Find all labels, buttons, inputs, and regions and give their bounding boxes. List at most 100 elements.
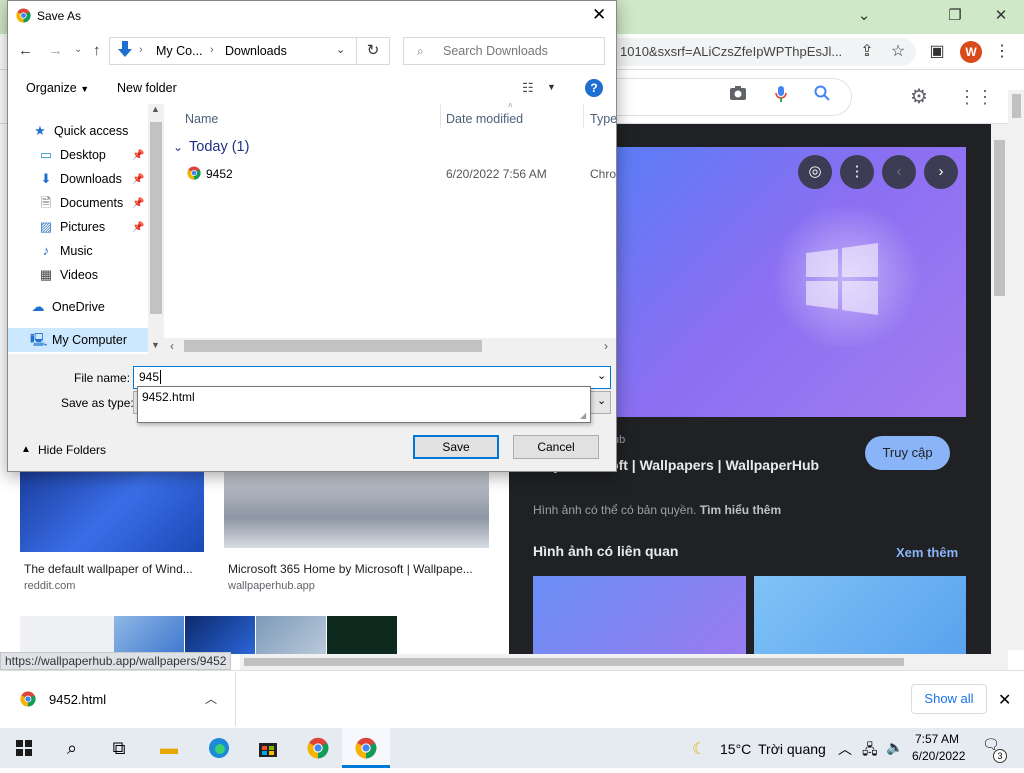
- hide-folders-button[interactable]: Hide Folders: [38, 443, 106, 457]
- save-type-dropdown-icon[interactable]: ⌄: [597, 394, 606, 407]
- result-image[interactable]: [20, 472, 204, 552]
- previous-arrow-icon[interactable]: ‹: [882, 155, 916, 189]
- forward-arrow-icon[interactable]: →: [48, 42, 63, 59]
- group-collapse-icon[interactable]: ⌄: [173, 140, 183, 154]
- task-view-icon[interactable]: ⧉: [97, 728, 141, 768]
- result-image[interactable]: [114, 616, 184, 654]
- download-file-name[interactable]: 9452.html: [49, 692, 106, 707]
- see-more-link[interactable]: Xem thêm: [896, 545, 958, 560]
- edge-icon[interactable]: [197, 728, 241, 768]
- nav-pane-scrollbar[interactable]: [148, 104, 164, 354]
- profile-avatar[interactable]: W: [960, 41, 982, 63]
- weather-text[interactable]: Trời quang: [758, 741, 826, 757]
- nav-downloads[interactable]: ⬇ Downloads: [38, 168, 122, 190]
- panel-scrollbar[interactable]: [991, 124, 1008, 654]
- up-arrow-icon[interactable]: ↑: [93, 42, 101, 59]
- column-header-date[interactable]: Date modified: [446, 109, 523, 129]
- breadcrumb-my-computer[interactable]: My Co...: [156, 44, 203, 58]
- chevron-up-icon[interactable]: ︿: [205, 690, 217, 707]
- save-button[interactable]: Save: [413, 435, 499, 459]
- camera-icon[interactable]: [726, 85, 750, 109]
- close-window-button[interactable]: ✕: [981, 4, 1021, 28]
- organize-button[interactable]: Organize ▼: [26, 81, 89, 95]
- new-folder-button[interactable]: New folder: [117, 81, 177, 95]
- result-image[interactable]: [224, 472, 489, 548]
- volume-icon[interactable]: 🔈: [886, 739, 903, 756]
- scroll-left-icon[interactable]: ‹: [170, 339, 174, 353]
- file-explorer-icon[interactable]: ▬: [147, 728, 191, 768]
- nav-desktop[interactable]: ▭ Desktop: [38, 144, 106, 166]
- nav-pictures[interactable]: ▨ Pictures: [38, 216, 105, 238]
- search-icon[interactable]: ⌕: [50, 728, 94, 768]
- preview-image[interactable]: [616, 147, 966, 417]
- help-icon[interactable]: ?: [585, 79, 603, 97]
- column-header-name[interactable]: Name: [185, 109, 218, 129]
- recent-dropdown-icon[interactable]: ⌄: [74, 44, 82, 55]
- dialog-title-bar[interactable]: [8, 1, 616, 31]
- close-downloads-icon[interactable]: ✕: [998, 690, 1011, 710]
- chrome-active-taskbar-icon[interactable]: [342, 728, 390, 768]
- autocomplete-option[interactable]: 9452.html: [142, 390, 195, 404]
- nav-my-computer[interactable]: 🖳 My Computer: [30, 329, 127, 351]
- result-image[interactable]: [20, 616, 114, 654]
- page-scrollbar[interactable]: [1008, 90, 1024, 650]
- next-arrow-icon[interactable]: ›: [924, 155, 958, 189]
- result-image[interactable]: [185, 616, 255, 654]
- settings-gear-icon[interactable]: ⚙: [907, 85, 931, 109]
- address-dropdown-icon[interactable]: ⌄: [336, 43, 345, 56]
- menu-kebab-icon[interactable]: ⋮: [990, 40, 1014, 64]
- weather-temp[interactable]: 15°C: [720, 741, 751, 757]
- cancel-button[interactable]: Cancel: [513, 435, 599, 459]
- windows-start-icon[interactable]: [2, 728, 46, 768]
- apps-grid-icon[interactable]: ⋮⋮: [958, 85, 994, 109]
- file-name-value[interactable]: 945: [139, 370, 162, 384]
- view-details-icon[interactable]: ☷: [522, 80, 534, 96]
- clock-time[interactable]: 7:57 AM: [915, 732, 959, 746]
- chrome-taskbar-icon[interactable]: [296, 728, 340, 768]
- result-title[interactable]: Microsoft 365 Home by Microsoft | Wallpa…: [228, 562, 473, 576]
- column-divider[interactable]: [440, 104, 441, 128]
- horizontal-scrollbar[interactable]: [240, 654, 1008, 670]
- nav-documents[interactable]: 🗎 Documents: [38, 192, 123, 214]
- weather-moon-icon[interactable]: ☾: [692, 739, 706, 759]
- restore-button[interactable]: ❐: [935, 4, 975, 28]
- bookmark-star-icon[interactable]: ☆: [886, 40, 910, 64]
- resize-grip-icon[interactable]: ◢: [580, 411, 586, 420]
- minimize-button[interactable]: ⌄: [844, 4, 884, 28]
- nav-onedrive[interactable]: ☁ OneDrive: [30, 296, 105, 318]
- related-image[interactable]: [533, 576, 746, 654]
- dialog-close-icon[interactable]: ✕: [592, 5, 606, 25]
- visit-button[interactable]: Truy cập: [865, 436, 950, 470]
- share-icon[interactable]: ⇪: [855, 40, 879, 64]
- network-icon[interactable]: 🖧: [862, 739, 878, 763]
- store-icon[interactable]: [246, 728, 290, 768]
- side-panel-icon[interactable]: ▣: [925, 40, 949, 64]
- show-all-button[interactable]: Show all: [911, 684, 987, 714]
- column-divider[interactable]: [583, 104, 584, 128]
- file-name-dropdown-icon[interactable]: ⌄: [597, 369, 606, 382]
- breadcrumb-downloads[interactable]: Downloads: [225, 44, 287, 58]
- result-image[interactable]: [256, 616, 326, 654]
- learn-more-link[interactable]: Tìm hiểu thêm: [700, 503, 781, 517]
- chevron-up-icon[interactable]: ︿: [838, 739, 852, 759]
- view-dropdown-icon[interactable]: ▼: [547, 82, 556, 92]
- scroll-right-icon[interactable]: ›: [604, 339, 608, 353]
- scroll-down-icon[interactable]: ▼: [151, 340, 160, 350]
- nav-music[interactable]: ♪ Music: [38, 240, 93, 262]
- more-options-icon[interactable]: ⋮: [840, 155, 874, 189]
- related-image[interactable]: [754, 576, 966, 654]
- search-icon[interactable]: [810, 85, 834, 109]
- column-header-type[interactable]: Type: [590, 109, 617, 129]
- scroll-up-icon[interactable]: ▲: [151, 104, 160, 114]
- clock-date[interactable]: 6/20/2022: [912, 749, 965, 763]
- chevron-up-icon[interactable]: ▲: [21, 444, 31, 455]
- file-list-horizontal-scrollbar[interactable]: [164, 338, 616, 354]
- result-image[interactable]: [327, 616, 397, 654]
- lens-search-icon[interactable]: ◎: [798, 155, 832, 189]
- refresh-icon[interactable]: ↻: [357, 37, 390, 65]
- back-arrow-icon[interactable]: ←: [18, 42, 33, 59]
- nav-videos[interactable]: ▦ Videos: [38, 264, 98, 286]
- nav-quick-access[interactable]: ★ Quick access: [32, 120, 128, 142]
- group-header-today[interactable]: Today (1): [189, 139, 249, 155]
- result-title[interactable]: The default wallpaper of Wind...: [24, 562, 193, 576]
